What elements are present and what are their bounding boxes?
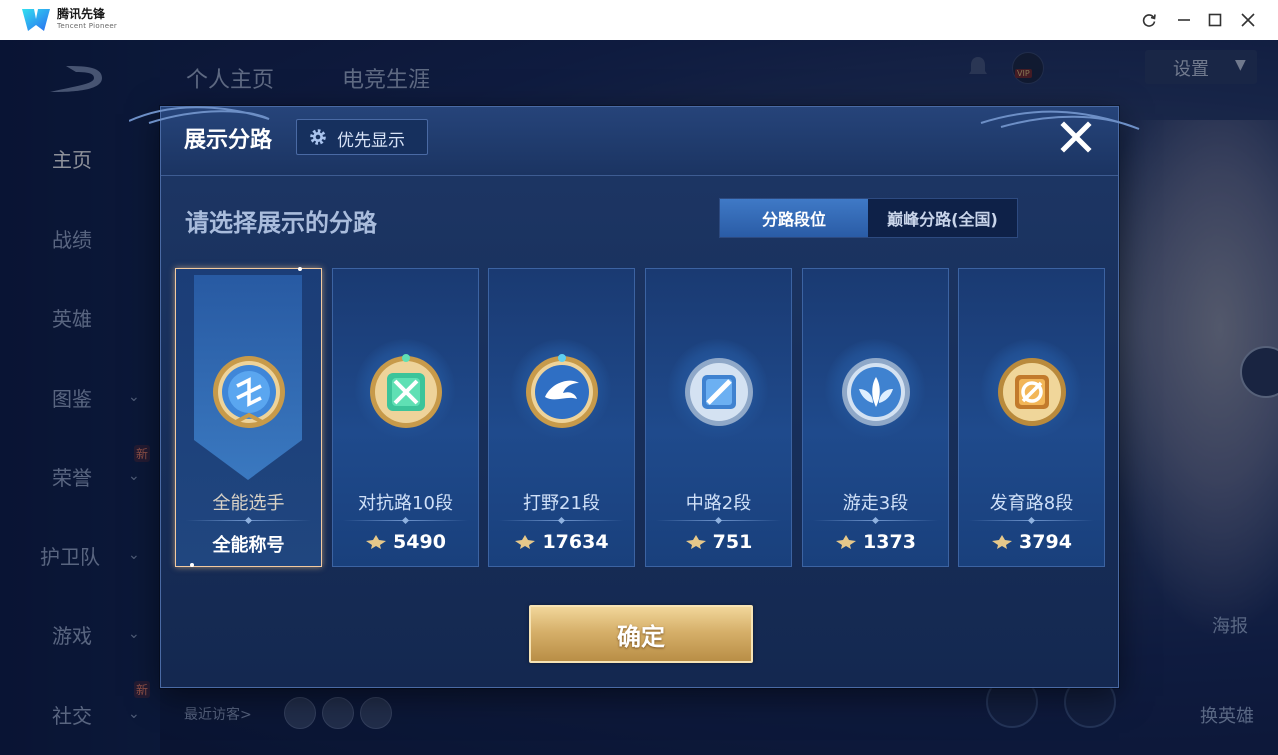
lane-score: 1373 (803, 531, 948, 553)
lane-value: 全能称号 (212, 535, 285, 556)
corner-dot (190, 563, 194, 567)
close-icon (1241, 13, 1255, 27)
clash-lane-emblem-icon (370, 354, 442, 428)
lane-name: 对抗路10段 (358, 493, 453, 514)
lane-name: 全能选手 (212, 493, 285, 514)
lane-card-mid[interactable]: 中路2段 751 (645, 268, 792, 567)
lane-score: 751 (646, 531, 791, 553)
divider (343, 516, 468, 525)
priority-display-button[interactable]: 优先显示 (296, 119, 428, 155)
roam-emblem-icon (842, 358, 910, 426)
combat-power-icon (992, 535, 1013, 549)
combat-power-icon (366, 535, 387, 549)
app-logo-icon (22, 9, 50, 31)
divider (813, 516, 938, 525)
confirm-button[interactable]: 确定 (529, 605, 753, 663)
maximize-icon (1208, 13, 1222, 27)
lane-score: 17634 (489, 531, 634, 553)
app-subtitle: Tencent Pioneer (57, 22, 118, 30)
lane-card-farm[interactable]: 发育路8段 3794 (958, 268, 1105, 567)
divider (186, 516, 311, 525)
combat-power-icon (515, 535, 536, 549)
dialog-title: 展示分路 (184, 128, 273, 153)
lane-name: 游走3段 (842, 493, 909, 514)
close-icon[interactable] (1056, 117, 1096, 157)
corner-dot (298, 267, 302, 271)
lane-card-list: 全能选手 全能称号 对抗路10段 5490 打野21段 17634 中路2段 7… (175, 267, 1105, 568)
dialog-header: 展示分路 优先显示 (129, 106, 1140, 176)
lane-card-clash[interactable]: 对抗路10段 5490 (332, 268, 479, 567)
lane-score: 5490 (333, 531, 478, 553)
close-window-button[interactable] (1236, 8, 1260, 32)
refresh-icon (1142, 14, 1156, 27)
farm-lane-emblem-icon (998, 358, 1066, 426)
jungle-emblem-icon (526, 354, 598, 428)
all-round-emblem-icon (213, 356, 285, 428)
gear-icon (310, 129, 326, 145)
dialog-prompt: 请选择展示的分路 (185, 209, 377, 237)
divider (656, 516, 781, 525)
lane-card-all-round[interactable]: 全能选手 全能称号 (175, 267, 322, 567)
minimize-button[interactable] (1172, 8, 1196, 32)
refresh-button[interactable] (1137, 8, 1161, 32)
lane-card-jungle[interactable]: 打野21段 17634 (488, 268, 635, 567)
combat-power-icon (685, 535, 706, 549)
lane-name: 打野21段 (523, 493, 600, 514)
divider (499, 516, 624, 525)
tab-peak-lane[interactable]: 巅峰分路(全国) (868, 199, 1017, 237)
lane-name: 发育路8段 (989, 493, 1074, 514)
divider (969, 516, 1094, 525)
app-name: 腾讯先锋 (57, 7, 106, 21)
tab-lane-rank[interactable]: 分路段位 (720, 199, 868, 237)
maximize-button[interactable] (1203, 8, 1227, 32)
lane-name: 中路2段 (685, 493, 752, 514)
minimize-icon (1178, 19, 1190, 21)
lane-display-dialog: 展示分路 优先显示 请选择展示的分路 分路段位 巅峰分路(全国) 全能选手 全能… (129, 106, 1140, 688)
window-titlebar: 腾讯先锋 Tencent Pioneer (0, 0, 1278, 40)
mid-lane-emblem-icon (685, 358, 753, 426)
lane-score: 3794 (959, 531, 1104, 553)
lane-type-tabs: 分路段位 巅峰分路(全国) (719, 198, 1018, 238)
lane-card-roam[interactable]: 游走3段 1373 (802, 268, 949, 567)
combat-power-icon (836, 535, 857, 549)
